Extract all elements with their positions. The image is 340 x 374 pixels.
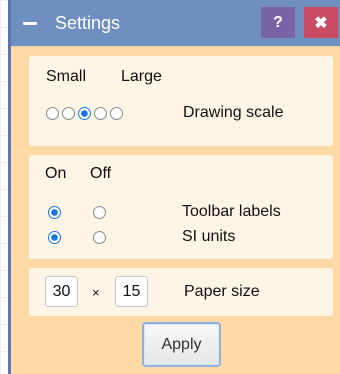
times-sign: ×: [92, 285, 100, 300]
on-label: On: [45, 165, 67, 182]
paper-size-label: Paper size: [184, 283, 260, 300]
toggles-section: On Off Toolbar labels SI units: [29, 155, 333, 259]
apply-button[interactable]: Apply: [142, 322, 221, 367]
scale-radio-2[interactable]: [62, 107, 75, 120]
minus-icon[interactable]: [23, 22, 37, 25]
toolbar-labels-off-radio[interactable]: [93, 206, 106, 219]
scale-radio-5[interactable]: [110, 107, 123, 120]
paper-width-input[interactable]: 30: [45, 276, 78, 307]
si-units-label: SI units: [182, 228, 236, 245]
small-label: Small: [46, 68, 87, 85]
titlebar: Settings ? ✖: [11, 0, 340, 46]
si-units-on-radio[interactable]: [48, 231, 61, 244]
scale-radio-4[interactable]: [94, 107, 107, 120]
paper-height-input[interactable]: 15: [115, 276, 148, 307]
help-button[interactable]: ?: [261, 7, 295, 38]
panel-title: Settings: [55, 13, 121, 33]
toolbar-labels-on-radio[interactable]: [48, 206, 61, 219]
si-units-off-radio[interactable]: [93, 231, 106, 244]
scale-radio-1[interactable]: [46, 107, 59, 120]
paper-size-section: 30 × 15 Paper size: [29, 268, 333, 316]
scale-radio-3[interactable]: [78, 107, 91, 120]
large-label: Large: [121, 68, 162, 85]
toolbar-labels-label: Toolbar labels: [182, 203, 281, 220]
settings-panel: Settings ? ✖ Small Large Drawing scale O…: [8, 0, 340, 374]
drawing-scale-label: Drawing scale: [183, 104, 284, 121]
close-button[interactable]: ✖: [304, 7, 338, 38]
off-label: Off: [90, 165, 112, 182]
drawing-scale-section: Small Large Drawing scale: [29, 56, 333, 146]
